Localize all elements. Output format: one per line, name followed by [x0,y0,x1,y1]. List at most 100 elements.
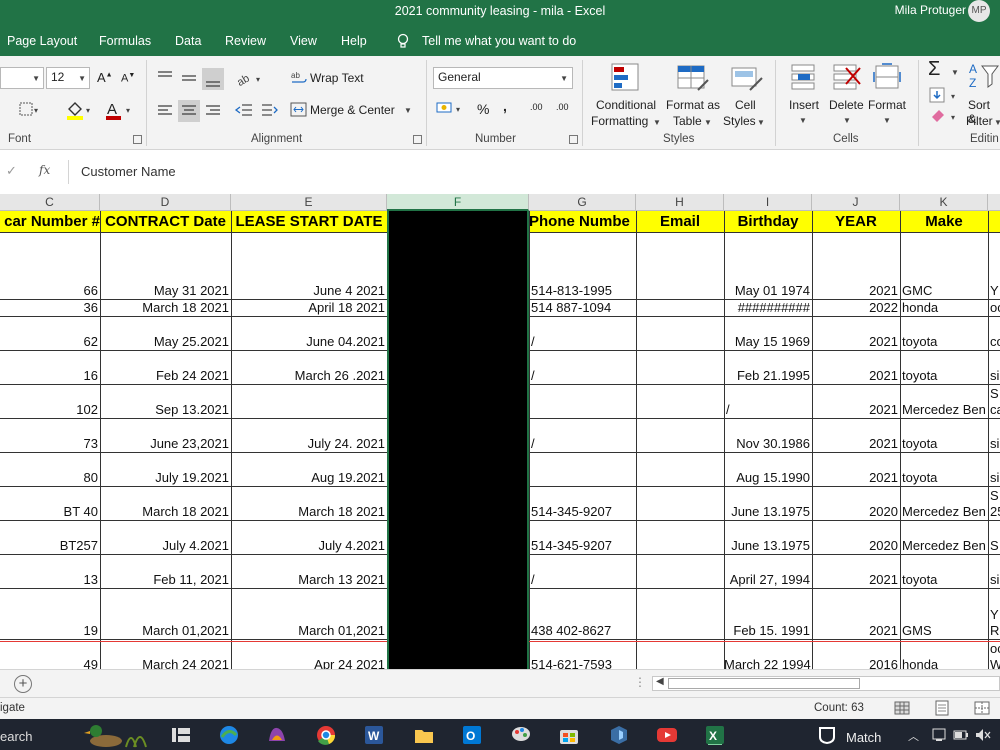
number-dialog-launcher[interactable] [569,135,578,144]
cell-email[interactable] [636,368,724,384]
cell-email[interactable] [636,283,724,299]
cell-year[interactable]: 2021 [812,283,900,299]
cell-lease-start-date[interactable]: July 24. 2021 [231,436,387,452]
copilot-icon[interactable] [266,725,288,745]
cell-birthday[interactable]: April 27, 1994 [724,572,812,588]
column-header-h[interactable]: H [636,194,724,211]
cell-contract-date[interactable]: June 23,2021 [100,436,231,452]
shrink-font-button[interactable]: A▼ [121,72,135,85]
duck-widget-icon[interactable] [76,721,150,749]
header-cell-year[interactable]: YEAR [812,211,900,232]
add-sheet-button[interactable]: + [14,675,32,693]
user-name[interactable]: Mila Protuger [895,3,966,17]
cell-make[interactable]: honda [900,657,988,669]
tray-device-icon[interactable] [930,725,948,745]
merge-center-button[interactable]: Merge & Center [310,103,395,117]
scroll-thumb[interactable] [668,678,860,689]
cell-make[interactable]: GMC [900,283,988,299]
header-cell-phone-number[interactable]: Phone Numbe [529,211,636,232]
conditional-formatting-label-2[interactable]: Formatting [591,114,648,128]
cell-email[interactable] [636,572,724,588]
cell-contract-date[interactable]: March 18 2021 [100,300,231,316]
cell-make[interactable]: Mercedez Ben [900,504,988,520]
column-header-l[interactable] [988,194,1000,211]
cell-phone-number[interactable]: / [529,572,636,588]
scroll-left-icon[interactable]: ◀ [656,676,664,687]
taskbar-search[interactable]: earch [0,729,33,744]
match-widget[interactable]: Match [846,730,881,745]
excel-icon[interactable]: X [704,725,726,745]
accounting-format-icon[interactable]: ▾ [436,99,468,119]
cell-year[interactable]: 2021 [812,402,900,418]
avatar[interactable]: MP [968,0,990,22]
tab-formulas[interactable]: Formulas [99,34,151,48]
cell-car-number[interactable]: BT 40 [0,504,100,520]
cell-contract-date[interactable]: March 24 2021 [100,657,231,669]
cell-model[interactable]: oc [988,300,1000,316]
number-format-box[interactable]: General ▼ [433,67,573,89]
cell-birthday[interactable]: ########## [724,300,812,316]
cell-phone-number[interactable]: 514 887-1094 [529,300,636,316]
cell-year[interactable]: 2020 [812,504,900,520]
merge-dropdown-icon[interactable]: ▼ [404,106,412,115]
cell-email[interactable] [636,470,724,486]
column-header-e[interactable]: E [231,194,387,211]
column-header-j[interactable]: J [812,194,900,211]
app-hexagon-icon[interactable] [608,725,630,745]
cell-model[interactable]: Y [988,283,1000,299]
cell-model[interactable]: si [988,572,1000,588]
header-cell-car-number[interactable]: car Number # [0,211,100,232]
header-cell-make[interactable]: Make [900,211,988,232]
cell-model[interactable]: S [988,386,1000,402]
cell-model[interactable]: co [988,334,1000,350]
cell-contract-date[interactable]: May 25.2021 [100,334,231,350]
borders-icon[interactable]: ▾ [18,101,38,117]
page-layout-view-icon[interactable] [932,700,952,716]
cell-car-number[interactable]: 102 [0,402,100,418]
cell-birthday[interactable]: May 01 1974 [724,283,812,299]
cell-year[interactable]: 2021 [812,470,900,486]
cell-car-number[interactable]: 73 [0,436,100,452]
cell-make[interactable]: toyota [900,334,988,350]
cell-year[interactable]: 2021 [812,572,900,588]
decrease-decimal-button[interactable]: .00 [556,102,569,112]
header-cell-birthday[interactable]: Birthday [724,211,812,232]
cell-make[interactable]: Mercedez Ben [900,402,988,418]
cell-year[interactable]: 2022 [812,300,900,316]
cell-year[interactable]: 2021 [812,623,900,639]
cell-email[interactable] [636,623,724,639]
cell-year[interactable]: 2020 [812,538,900,554]
cell-lease-start-date[interactable]: March 13 2021 [231,572,387,588]
clear-icon[interactable]: ▾ [929,107,963,123]
delete-button[interactable]: Delete [829,98,864,112]
cell-year[interactable]: 2021 [812,334,900,350]
tab-page-layout[interactable]: Page Layout [7,34,77,48]
cell-model[interactable]: si [988,368,1000,384]
cell-contract-date[interactable]: Sep 13.2021 [100,402,231,418]
file-explorer-icon[interactable] [413,725,435,745]
tray-chevron-icon[interactable]: ︿ [908,728,919,744]
cell-lease-start-date[interactable]: Apr 24 2021 [231,657,387,669]
mls-badge-icon[interactable] [816,725,838,745]
cell-phone-number[interactable] [529,402,636,418]
conditional-formatting-label-1[interactable]: Conditional [596,98,656,112]
cell-model[interactable]: S [988,538,1000,554]
cell-make[interactable]: toyota [900,470,988,486]
tab-view[interactable]: View [290,34,317,48]
cell-car-number[interactable]: 49 [0,657,100,669]
cell-email[interactable] [636,504,724,520]
header-cell-contract-date[interactable]: CONTRACT Date [100,211,231,232]
cell-car-number[interactable]: 19 [0,623,100,639]
cell-car-number[interactable]: 36 [0,300,100,316]
cell-make[interactable]: toyota [900,368,988,384]
cell-phone-number[interactable]: / [529,436,636,452]
cell-email[interactable] [636,657,724,669]
cell-lease-start-date[interactable]: March 26 .2021 [231,368,387,384]
cell-phone-number[interactable]: 514-813-1995 [529,283,636,299]
horizontal-align-icons[interactable] [156,100,226,122]
cell-styles-label-1[interactable]: Cell [735,98,756,112]
cell-birthday[interactable]: Feb 15. 1991 [724,623,812,639]
chrome-icon[interactable] [315,725,337,745]
orientation-icon[interactable]: ab ▾ [234,68,266,88]
cell-contract-date[interactable]: Feb 24 2021 [100,368,231,384]
